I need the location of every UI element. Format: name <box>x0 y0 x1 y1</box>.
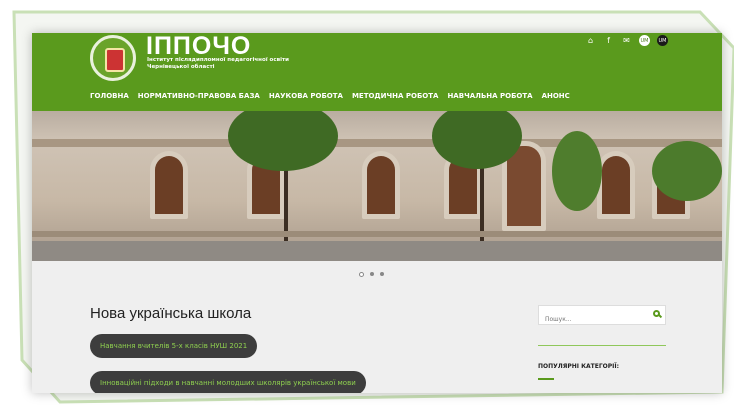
building-cornice <box>32 139 722 147</box>
coat-of-arms-icon <box>105 48 125 72</box>
categories-underline <box>538 378 554 380</box>
tree <box>228 111 338 171</box>
social-links: ⌂ f ✉ UM UM <box>585 35 668 46</box>
nav-item-research[interactable]: НАУКОВА РОБОТА <box>269 92 343 100</box>
carousel-dot[interactable] <box>359 272 364 277</box>
search-icon[interactable] <box>653 310 660 317</box>
sidewalk <box>32 241 722 261</box>
light-toggle-icon[interactable]: UM <box>639 35 650 46</box>
carousel-dot[interactable] <box>370 272 374 276</box>
building-window <box>597 151 635 219</box>
hero-image <box>32 111 722 261</box>
tree <box>652 141 722 201</box>
tree <box>552 131 602 211</box>
nav-item-methodical[interactable]: МЕТОДИЧНА РОБОТА <box>352 92 439 100</box>
institute-logo[interactable] <box>90 35 136 81</box>
building-window <box>150 151 188 219</box>
carousel-dot[interactable] <box>380 272 384 276</box>
building-base <box>32 231 722 237</box>
nav-item-regulatory[interactable]: НОРМАТИВНО-ПРАВОВА БАЗА <box>138 92 260 100</box>
website-page: ІППОЧО Інститут післядипломної педагогіч… <box>32 33 722 393</box>
main-nav: ГОЛОВНА НОРМАТИВНО-ПРАВОВА БАЗА НАУКОВА … <box>90 92 570 100</box>
section-title: Нова українська школа <box>90 305 252 322</box>
building-window <box>362 151 400 219</box>
sidebar-divider <box>538 345 666 346</box>
nav-item-home[interactable]: ГОЛОВНА <box>90 92 129 100</box>
site-subtitle: Інститут післядипломної педагогічної осв… <box>147 57 290 70</box>
search-input[interactable] <box>539 309 647 330</box>
search-box <box>538 305 666 330</box>
carousel-dots <box>359 272 384 277</box>
site-header: ІППОЧО Інститут післядипломної педагогіч… <box>32 33 722 111</box>
facebook-icon[interactable]: f <box>603 35 614 46</box>
article-link[interactable]: Навчання вчителів 5-х класів НУШ 2021 <box>90 334 258 358</box>
nav-item-announcements[interactable]: АНОНС <box>542 92 570 100</box>
nav-item-educational[interactable]: НАВЧАЛЬНА РОБОТА <box>447 92 532 100</box>
popular-categories-title: ПОПУЛЯРНІ КАТЕГОРІЇ: <box>538 363 620 370</box>
home-icon[interactable]: ⌂ <box>585 35 596 46</box>
mail-icon[interactable]: ✉ <box>621 35 632 46</box>
dark-toggle-icon[interactable]: UM <box>657 35 668 46</box>
article-link[interactable]: Інноваційні підходи в навчанні молодших … <box>90 371 366 393</box>
